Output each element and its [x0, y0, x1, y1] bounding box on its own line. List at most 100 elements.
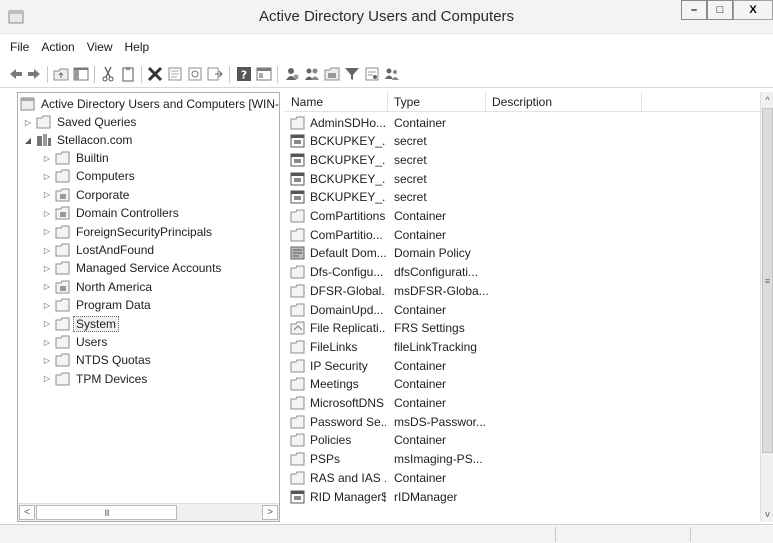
- collapse-icon[interactable]: ◢: [23, 135, 33, 145]
- details-list[interactable]: Name Type Description AdminSDHo... Contai…: [285, 92, 773, 522]
- list-item[interactable]: PSPs msImaging-PS...: [285, 450, 760, 469]
- add-to-group-icon[interactable]: [384, 66, 400, 82]
- tree-item-north-america[interactable]: ▷ North America: [42, 278, 152, 296]
- list-item[interactable]: Dfs-Configu... dfsConfigurati...: [285, 263, 760, 282]
- list-item[interactable]: Password Se... msDS-Passwor...: [285, 412, 760, 431]
- tree-item-foreignsecurityprincipals[interactable]: ▷ ForeignSecurityPrincipals: [42, 223, 212, 241]
- expand-icon[interactable]: ▷: [42, 153, 52, 163]
- tree-item-root[interactable]: Active Directory Users and Computers [WI…: [20, 95, 279, 113]
- scroll-right-button[interactable]: >: [262, 505, 278, 520]
- show-hide-tree-icon[interactable]: [73, 66, 89, 82]
- copy-icon[interactable]: [120, 66, 136, 82]
- list-item[interactable]: DFSR-Global... msDFSR-Globa...: [285, 281, 760, 300]
- console-tree[interactable]: Active Directory Users and Computers [WI…: [17, 92, 280, 522]
- tree-item-ntds-quotas[interactable]: ▷ NTDS Quotas: [42, 351, 151, 369]
- list-item[interactable]: Default Dom... Domain Policy: [285, 244, 760, 263]
- expand-icon[interactable]: ▷: [42, 208, 52, 218]
- cell-name: Dfs-Configu...: [290, 265, 386, 279]
- tree-item-managed-service-accounts[interactable]: ▷ Managed Service Accounts: [42, 259, 222, 277]
- forward-icon[interactable]: [26, 66, 42, 82]
- item-type: secret: [394, 152, 427, 167]
- expand-icon[interactable]: ▷: [42, 263, 52, 273]
- scroll-left-button[interactable]: <: [19, 505, 35, 520]
- list-item[interactable]: ComPartitio... Container: [285, 225, 760, 244]
- scroll-thumb[interactable]: III: [36, 505, 177, 520]
- list-item[interactable]: RID Manager$ rIDManager: [285, 487, 760, 506]
- expand-icon[interactable]: ▷: [42, 190, 52, 200]
- up-folder-icon[interactable]: [53, 66, 69, 82]
- create-user-icon[interactable]: [284, 66, 300, 82]
- expand-icon[interactable]: ▷: [42, 355, 52, 365]
- expand-icon[interactable]: ▷: [42, 374, 52, 384]
- tree-item-computers[interactable]: ▷ Computers: [42, 167, 135, 185]
- expand-icon[interactable]: ▷: [42, 227, 52, 237]
- tree-item-system[interactable]: ▷ System: [42, 315, 120, 333]
- minimize-button[interactable]: –: [681, 0, 707, 20]
- refresh-icon[interactable]: [187, 66, 203, 82]
- scroll-thumb[interactable]: ≡: [762, 108, 773, 453]
- object-icon: [290, 172, 305, 186]
- tree-item-builtin[interactable]: ▷ Builtin: [42, 149, 109, 167]
- menu-action[interactable]: Action: [36, 40, 81, 54]
- column-type[interactable]: Type: [388, 92, 486, 112]
- list-item[interactable]: FileLinks fileLinkTracking: [285, 337, 760, 356]
- tree-item-domain-controllers[interactable]: ▷ Domain Controllers: [42, 204, 179, 222]
- tree-item-domain[interactable]: ◢ Stellacon.com: [23, 131, 132, 149]
- tree-item-lostandfound[interactable]: ▷ LostAndFound: [42, 241, 154, 259]
- scroll-up-button[interactable]: ^: [761, 93, 773, 107]
- item-name: File Replicati...: [310, 321, 386, 336]
- close-button[interactable]: X: [733, 0, 773, 20]
- item-name: RID Manager$: [310, 489, 386, 504]
- cell-name: RAS and IAS ...: [290, 471, 386, 485]
- cut-icon[interactable]: [100, 66, 116, 82]
- list-item[interactable]: IP Security Container: [285, 356, 760, 375]
- scroll-down-button[interactable]: v: [761, 507, 773, 521]
- tree-item-saved-queries[interactable]: ▷ Saved Queries: [23, 113, 136, 131]
- list-item[interactable]: ComPartitions Container: [285, 207, 760, 226]
- help-icon[interactable]: ?: [236, 66, 252, 82]
- create-ou-icon[interactable]: [324, 66, 340, 82]
- horizontal-scrollbar[interactable]: < III >: [18, 503, 279, 521]
- list-item[interactable]: MicrosoftDNS Container: [285, 394, 760, 413]
- expand-icon[interactable]: ▷: [42, 337, 52, 347]
- list-item[interactable]: AdminSDHo... Container: [285, 113, 760, 132]
- tree-item-tpm-devices[interactable]: ▷ TPM Devices: [42, 370, 147, 388]
- list-item[interactable]: RAS and IAS ... Container: [285, 468, 760, 487]
- maximize-button[interactable]: □: [707, 0, 733, 20]
- expand-icon[interactable]: ▷: [42, 245, 52, 255]
- list-item[interactable]: File Replicati... FRS Settings: [285, 319, 760, 338]
- list-item[interactable]: BCKUPKEY_... secret: [285, 150, 760, 169]
- list-item[interactable]: DomainUpd... Container: [285, 300, 760, 319]
- column-description[interactable]: Description: [486, 92, 642, 112]
- cell-name: AdminSDHo...: [290, 116, 386, 130]
- list-item[interactable]: BCKUPKEY_... secret: [285, 188, 760, 207]
- expand-icon[interactable]: ▷: [42, 300, 52, 310]
- create-group-icon[interactable]: [304, 66, 320, 82]
- tree-item-program-data[interactable]: ▷ Program Data: [42, 296, 151, 314]
- object-icon: [290, 153, 305, 167]
- expand-icon[interactable]: ▷: [42, 171, 52, 181]
- list-item[interactable]: BCKUPKEY_... secret: [285, 169, 760, 188]
- export-list-icon[interactable]: [207, 66, 223, 82]
- list-item[interactable]: Meetings Container: [285, 375, 760, 394]
- item-type: msImaging-PS...: [394, 452, 483, 467]
- folder-icon: [55, 169, 70, 183]
- tree-item-corporate[interactable]: ▷ Corporate: [42, 186, 129, 204]
- menu-help[interactable]: Help: [120, 40, 157, 54]
- find-icon[interactable]: [364, 66, 380, 82]
- properties-icon[interactable]: [167, 66, 183, 82]
- list-item[interactable]: BCKUPKEY_... secret: [285, 132, 760, 151]
- list-item[interactable]: Policies Container: [285, 431, 760, 450]
- expand-icon[interactable]: ▷: [42, 282, 52, 292]
- menu-file[interactable]: File: [5, 40, 36, 54]
- column-name[interactable]: Name: [285, 92, 388, 112]
- expand-icon[interactable]: ▷: [23, 117, 33, 127]
- back-icon[interactable]: [8, 66, 24, 82]
- vertical-scrollbar[interactable]: ^ ≡ v: [760, 92, 773, 522]
- console-tree-icon[interactable]: [256, 66, 272, 82]
- tree-item-users[interactable]: ▷ Users: [42, 333, 107, 351]
- filter-icon[interactable]: [344, 66, 360, 82]
- expand-icon[interactable]: ▷: [42, 319, 52, 329]
- delete-icon[interactable]: [147, 66, 163, 82]
- menu-view[interactable]: View: [82, 40, 120, 54]
